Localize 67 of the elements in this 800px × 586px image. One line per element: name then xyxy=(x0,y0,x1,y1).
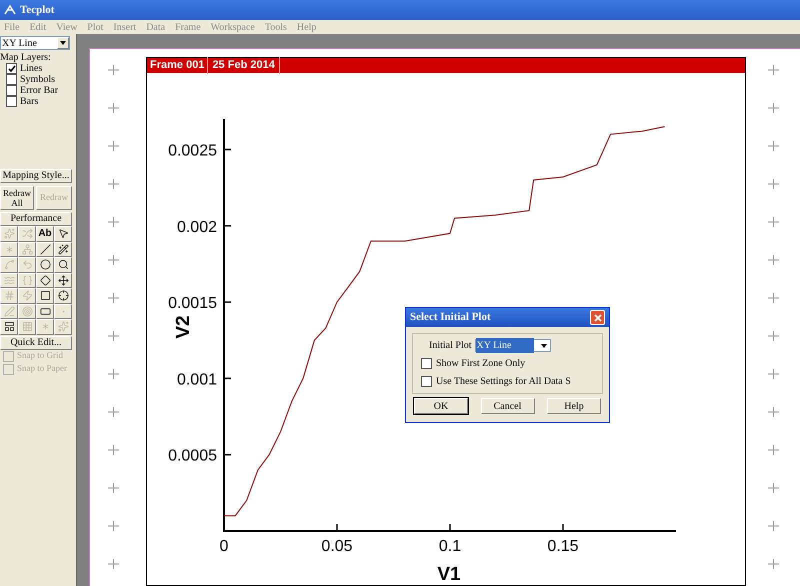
checkbox[interactable] xyxy=(421,376,432,387)
field-label: Initial Plot xyxy=(429,339,472,353)
dialog-button[interactable]: Cancel xyxy=(480,398,534,414)
menu-item[interactable]: View xyxy=(56,20,78,34)
tool-button[interactable] xyxy=(36,272,54,288)
checkbox-label: Snap to Paper xyxy=(17,362,67,376)
tool-button[interactable] xyxy=(54,226,72,242)
tick-label: 0.1 xyxy=(438,538,462,555)
menu-item[interactable]: Insert xyxy=(113,20,136,34)
tick-label: 0 xyxy=(220,538,228,555)
frame-date: 25 Feb 2014 xyxy=(208,57,280,74)
redraw-all-button[interactable]: Redraw All xyxy=(0,186,34,210)
quick-edit-button[interactable]: Quick Edit... xyxy=(0,336,72,350)
performance-button[interactable]: Performance xyxy=(0,212,72,226)
tool-button[interactable] xyxy=(54,288,72,304)
tick-label: 0.002 xyxy=(176,218,217,236)
tick-label: 0.0015 xyxy=(168,295,217,312)
tick-label: 0.15 xyxy=(547,538,579,555)
checkbox-label: Snap to Grid xyxy=(17,349,63,362)
mapping-style-button[interactable]: Mapping Style... xyxy=(0,169,72,183)
initial-plot-dropdown[interactable]: XY Line xyxy=(474,339,550,352)
tool-button[interactable] xyxy=(36,257,54,272)
tick-label: 0.05 xyxy=(321,538,353,555)
checkbox[interactable] xyxy=(421,358,432,369)
checkbox-label: Lines xyxy=(20,62,42,75)
checkbox[interactable] xyxy=(6,96,17,107)
axis-title: V2 xyxy=(173,315,194,339)
checkbox-label: Use These Settings for All Data S xyxy=(436,375,571,389)
tool-button[interactable] xyxy=(36,288,54,304)
checkbox-label: Bars xyxy=(20,95,38,109)
app-icon xyxy=(4,4,16,16)
tool-button[interactable]: Ab xyxy=(36,226,54,242)
tool-button[interactable] xyxy=(54,257,72,272)
tick-label: 0.0025 xyxy=(168,142,217,160)
checkbox-label: Show First Zone Only xyxy=(436,357,526,371)
tick-label: 0.0005 xyxy=(168,448,217,465)
menu-item[interactable]: Edit xyxy=(30,20,46,34)
checkbox[interactable] xyxy=(6,63,17,74)
checkbox-label: Symbols xyxy=(20,73,56,86)
close-icon xyxy=(594,314,602,322)
caret-icon xyxy=(540,344,546,348)
menu-item[interactable]: Data xyxy=(146,20,166,34)
frame-name: Frame 001 xyxy=(147,57,208,74)
dialog-button[interactable]: OK xyxy=(414,398,468,414)
close-button[interactable] xyxy=(590,310,605,325)
menu-item[interactable]: Frame xyxy=(175,20,201,34)
tool-button[interactable] xyxy=(54,272,72,288)
tool-button[interactable] xyxy=(36,304,54,319)
tick-label: 0.001 xyxy=(176,371,217,388)
checkbox[interactable] xyxy=(6,85,17,96)
checkbox[interactable] xyxy=(6,74,17,85)
checkbox-label: Error Bar xyxy=(20,84,58,98)
menu-item[interactable]: Tools xyxy=(264,20,287,34)
menu-item[interactable]: Plot xyxy=(87,20,104,34)
plot-type-dropdown[interactable]: XY Line xyxy=(0,36,70,50)
section-label: Map Layers: xyxy=(0,52,52,63)
check-icon xyxy=(8,64,16,72)
axis-title: V1 xyxy=(437,564,461,585)
menu-item[interactable]: Workspace xyxy=(210,20,255,34)
menu-item[interactable]: File xyxy=(4,20,20,34)
caret-icon xyxy=(60,41,66,45)
window-title: Tecplot xyxy=(20,2,54,18)
menu-item[interactable]: Help xyxy=(296,20,316,34)
dialog-button[interactable]: Help xyxy=(547,398,601,414)
dialog-title: Select Initial Plot xyxy=(410,310,491,326)
tool-button[interactable] xyxy=(0,319,18,334)
tool-button[interactable] xyxy=(54,242,72,257)
